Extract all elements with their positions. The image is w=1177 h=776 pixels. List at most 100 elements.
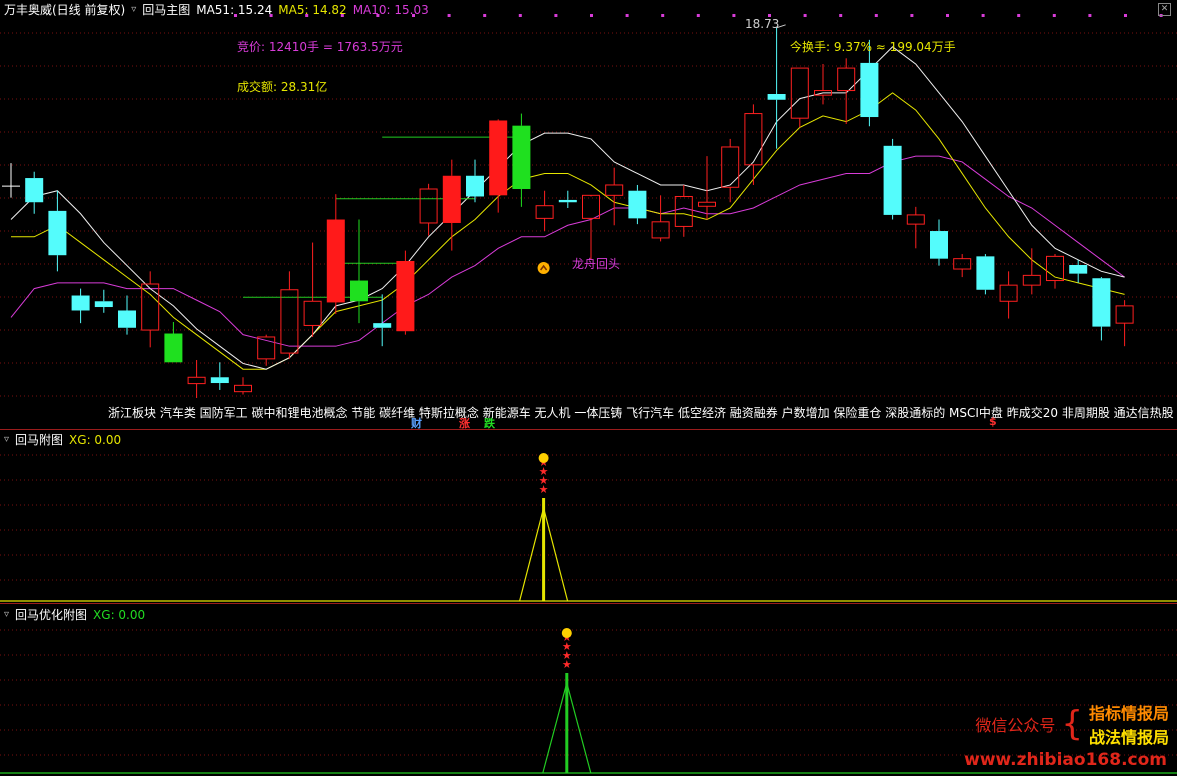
auction-label: 竞价: [237,40,266,54]
top-dot [1017,14,1021,17]
chevron-down-icon[interactable]: ▿ [4,609,9,620]
main-header: 万丰奥威(日线 前复权) ▿ 回马主图 MA51: 15.24 MA5: 14.… [4,1,429,18]
top-dot [803,14,807,17]
candle-body [605,184,624,196]
tag-dollar[interactable]: $ [989,415,997,428]
candle[interactable] [512,113,531,207]
candle[interactable] [558,190,577,208]
candle[interactable] [210,362,229,390]
top-dot [1124,14,1127,17]
candle[interactable] [976,254,995,295]
top-dot [661,14,665,17]
ma-yellow-line [11,92,1125,370]
candle-body [326,219,345,303]
candle[interactable] [837,58,856,124]
sub1-title[interactable]: 回马附图 [15,431,63,448]
candle[interactable] [187,360,206,398]
candle[interactable] [489,119,508,213]
chevron-down-icon[interactable]: ▿ [4,434,9,445]
turnover-rate-value: 9.37% ≈ 199.04万手 [833,40,956,54]
candle[interactable] [906,206,925,249]
candle[interactable] [883,138,902,220]
candle-body [187,376,206,385]
candle[interactable] [953,254,972,278]
candle[interactable] [2,163,20,198]
top-dot [981,14,985,17]
close-icon[interactable]: ✕ [1158,3,1171,16]
candle-body [930,231,948,259]
candle[interactable] [466,159,484,203]
candle[interactable] [721,138,740,203]
sub2-star-icon: ★ [562,658,572,671]
candle-body [721,146,740,188]
candle-body [94,301,113,308]
candle[interactable] [999,271,1018,319]
candle-body [373,323,392,328]
candle-body [210,377,229,384]
watermark-line2: 战法情报局 [1088,728,1169,747]
candle[interactable] [1046,254,1064,289]
sub2-header: ▿ 回马优化附图 XG: 0.00 [4,606,145,623]
candle[interactable] [118,295,136,335]
candle-body [558,199,577,203]
candlesticks[interactable] [2,27,1134,398]
candle-body [790,67,809,119]
candle[interactable] [396,250,415,335]
main-indicator-name[interactable]: 回马主图 [142,1,190,18]
top-dot [874,14,878,17]
top-dot [483,14,487,17]
candle[interactable] [1115,300,1134,347]
panel-separator-2[interactable] [0,603,1177,604]
candle[interactable] [442,159,461,251]
candle-body [419,188,438,224]
candle-body [350,280,368,302]
watermark-url: www.zhibiao168.com [964,750,1167,770]
candle-body [118,310,136,328]
top-dot [1052,14,1056,17]
candle[interactable] [25,171,44,214]
candle[interactable] [605,167,624,226]
chevron-down-icon[interactable]: ▿ [131,4,136,15]
turnover-rate-label: 今换手: [790,40,831,54]
grid-lines [0,32,1177,756]
candle[interactable] [1022,248,1041,295]
candle[interactable] [1092,277,1111,341]
candle-body [512,125,531,189]
signal-label: 龙舟回头 [572,257,621,271]
candle[interactable] [71,288,90,324]
sub2-dot [561,628,572,638]
candle[interactable] [303,242,322,337]
candle-body [1069,265,1088,274]
candle[interactable] [628,184,647,225]
candle[interactable] [698,156,716,220]
candle-body [582,194,600,219]
candle[interactable] [814,64,832,105]
candle[interactable] [930,219,948,266]
concept-tags[interactable]: 浙江板块 汽车类 国防军工 碳中和锂电池概念 节能 碳纤维 特斯拉概念 新能源车… [108,404,1174,421]
chart-canvas[interactable]: ★★★★ ★★★★ [0,0,1177,776]
candle[interactable] [651,195,670,242]
candle[interactable] [164,322,183,363]
stock-title[interactable]: 万丰奥威(日线 前复权) [4,1,125,18]
sub1-indicator: ★★★★ [0,453,1177,602]
candle-body [906,214,925,225]
sub1-star-icon: ★ [539,483,549,496]
candle[interactable] [419,183,438,236]
candle[interactable] [48,190,67,272]
sub2-title[interactable]: 回马优化附图 [15,606,87,623]
candle[interactable] [790,67,809,128]
ma10-label: MA10: 15.03 [352,2,429,17]
candle[interactable] [744,104,763,185]
candle[interactable] [326,194,345,314]
panel-separator-1[interactable] [0,429,1177,430]
signal-marker[interactable] [537,24,786,274]
candle[interactable] [94,289,113,313]
candle[interactable] [674,184,693,237]
candle[interactable] [234,377,252,395]
top-dot [946,14,949,17]
candle[interactable] [582,194,600,260]
turnover-amount-label: 成交额: [237,80,278,94]
candle[interactable] [535,190,554,232]
high-price-label: 18.73 [745,17,780,31]
candle[interactable] [767,27,786,149]
